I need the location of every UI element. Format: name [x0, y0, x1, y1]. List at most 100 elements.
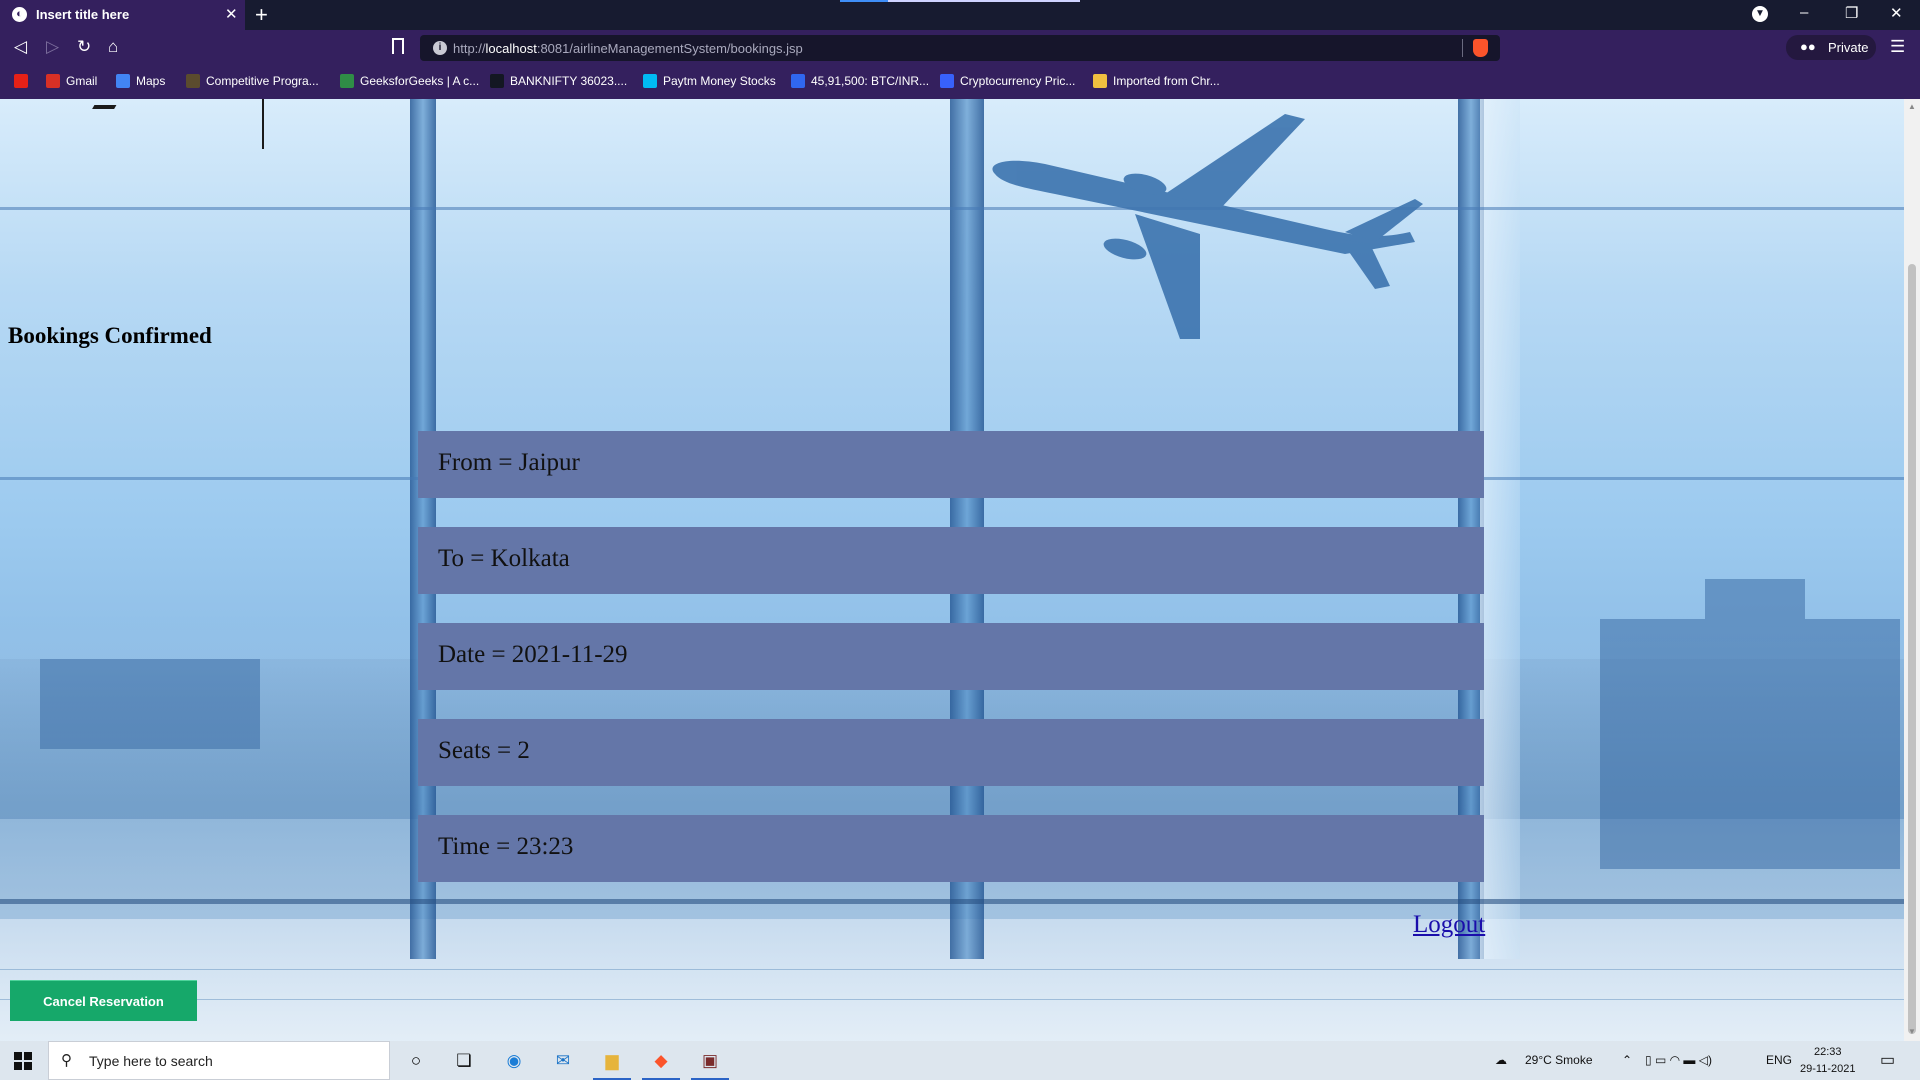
windows-start-icon[interactable]: [14, 1052, 32, 1070]
bookmark-item[interactable]: BANKNIFTY 36023....: [490, 74, 627, 88]
airplane-image: [992, 114, 1423, 339]
browser-tab-bar: ◐ Insert title here ✕ + ▼ – ❐ ✕: [0, 0, 1920, 30]
bookmark-item[interactable]: Maps: [116, 74, 165, 88]
floor-line: [0, 999, 1904, 1000]
decorative-line: [262, 99, 264, 149]
coin-icon: [940, 74, 954, 88]
download-icon[interactable]: ▼: [1752, 6, 1768, 22]
site-info-icon[interactable]: i: [433, 41, 447, 55]
window-pillar-light: [1480, 99, 1520, 959]
folder-icon: [1093, 74, 1107, 88]
scroll-up-icon[interactable]: ▲: [1908, 102, 1916, 111]
tradingview-icon: [490, 74, 504, 88]
booking-date-row: Date = 2021-11-29: [418, 623, 1484, 690]
bookmark-label: BANKNIFTY 36023....: [510, 74, 628, 88]
scrollbar-thumb[interactable]: [1908, 264, 1916, 1034]
search-icon: ⚲: [61, 1052, 72, 1069]
booking-time-text: Time = 23:23: [438, 833, 574, 860]
bookmark-item[interactable]: [14, 74, 34, 88]
private-window-badge[interactable]: ●● Private: [1786, 35, 1876, 60]
bookmark-item[interactable]: Paytm Money Stocks: [643, 74, 776, 88]
bookmarks-bar: Gmail Maps Competitive Progra... GeeksforGe…: [0, 65, 1920, 99]
booking-seats-row: Seats = 2: [418, 719, 1484, 786]
bookmark-label: Gmail: [66, 74, 98, 88]
background-terminal: [1600, 619, 1900, 869]
home-button[interactable]: ⌂: [108, 37, 118, 57]
google-icon: [116, 74, 130, 88]
weather-icon[interactable]: ☁: [1495, 1053, 1507, 1067]
booking-date-text: Date = 2021-11-29: [438, 641, 628, 668]
bookmark-item[interactable]: Imported from Chr...: [1093, 74, 1220, 88]
bookmark-item[interactable]: GeeksforGeeks | A c...: [340, 74, 479, 88]
tray-expand-icon[interactable]: ⌃: [1622, 1053, 1632, 1067]
tab-title: Insert title here: [36, 7, 130, 22]
notifications-icon[interactable]: ▭: [1880, 1050, 1895, 1070]
url-separator: [1462, 39, 1463, 57]
paytm-icon: [643, 74, 657, 88]
private-label: Private: [1828, 40, 1869, 55]
bookmark-label: GeeksforGeeks | A c...: [360, 74, 480, 88]
windows-taskbar: ⚲ Type here to search ○ ❏ ◉ ✉ ▆ ◆ ▣ ☁ 29…: [0, 1041, 1920, 1080]
cc-icon: [186, 74, 200, 88]
wazirx-icon: [791, 74, 805, 88]
bookmark-item[interactable]: Competitive Progra...: [186, 74, 319, 88]
bookmark-item[interactable]: Cryptocurrency Pric...: [940, 74, 1075, 88]
menu-icon[interactable]: ☰: [1890, 37, 1905, 57]
booking-to-text: To = Kolkata: [438, 545, 570, 572]
bookmark-icon[interactable]: [392, 38, 404, 54]
cancel-reservation-button[interactable]: Cancel Reservation: [10, 980, 197, 1021]
booking-seats-text: Seats = 2: [438, 737, 530, 764]
browser-tab[interactable]: ◐ Insert title here ✕: [0, 0, 245, 30]
url-text[interactable]: http://localhost:8081/airlineManagementS…: [453, 41, 803, 56]
app-icon[interactable]: ▣: [698, 1049, 722, 1073]
floor-line: [0, 969, 1904, 970]
bookmark-label: 45,91,500: BTC/INR...: [811, 74, 930, 88]
tray-icons[interactable]: ▯ ▭ ◠ ▬ ◁): [1645, 1053, 1712, 1067]
minimize-button[interactable]: –: [1800, 4, 1808, 21]
booking-from-row: From = Jaipur: [418, 431, 1484, 498]
new-tab-button[interactable]: +: [255, 2, 268, 28]
decorative-mark: [92, 99, 120, 109]
private-glasses-icon: ●●: [1800, 39, 1816, 54]
bookmark-label: Maps: [136, 74, 166, 88]
bookmark-label: Cryptocurrency Pric...: [960, 74, 1076, 88]
youtube-icon: [14, 74, 28, 88]
restore-button[interactable]: ❐: [1845, 4, 1858, 22]
brave-shields-icon[interactable]: [1473, 39, 1488, 57]
bookmark-label: Paytm Money Stocks: [663, 74, 776, 88]
page-heading: Bookings Confirmed: [8, 323, 212, 348]
booking-to-row: To = Kolkata: [418, 527, 1484, 594]
bookmark-label: Competitive Progra...: [206, 74, 319, 88]
background-building: [40, 659, 260, 749]
task-view-icon[interactable]: ❏: [452, 1049, 476, 1073]
booking-time-row: Time = 23:23: [418, 815, 1484, 882]
taskbar-clock[interactable]: 22:33 29-11-2021: [1800, 1044, 1855, 1078]
bookmark-item[interactable]: 45,91,500: BTC/INR...: [791, 74, 929, 88]
edge-icon[interactable]: ◉: [502, 1049, 526, 1073]
weather-text[interactable]: 29°C Smoke: [1525, 1053, 1593, 1067]
taskbar-search-box[interactable]: ⚲ Type here to search: [48, 1041, 390, 1080]
language-indicator[interactable]: ENG: [1766, 1053, 1792, 1067]
brave-browser-icon[interactable]: ◆: [649, 1049, 673, 1073]
mail-icon[interactable]: ✉: [551, 1049, 575, 1073]
bookmark-item[interactable]: Gmail: [46, 74, 97, 88]
reload-button[interactable]: ↻: [77, 37, 91, 57]
clock-time: 22:33: [1813, 1046, 1842, 1058]
forward-button[interactable]: ▷: [46, 37, 59, 57]
window-rail: [0, 899, 1904, 904]
bookmark-label: Imported from Chr...: [1113, 74, 1220, 88]
booking-from-text: From = Jaipur: [438, 449, 580, 476]
cortana-icon[interactable]: ○: [404, 1049, 428, 1073]
gfg-icon: [340, 74, 354, 88]
taskbar-search-placeholder: Type here to search: [89, 1053, 213, 1069]
file-explorer-icon[interactable]: ▆: [600, 1049, 624, 1073]
address-bar[interactable]: i http://localhost:8081/airlineManagemen…: [420, 35, 1500, 61]
back-button[interactable]: ◁: [14, 37, 27, 57]
close-tab-icon[interactable]: ✕: [225, 5, 238, 23]
tabstrip-indicator: [865, 0, 1080, 2]
browser-nav-bar: ◁ ▷ ↻ ⌂ i http://localhost:8081/airlineM…: [0, 30, 1920, 65]
logout-link[interactable]: Logout: [1413, 911, 1485, 939]
scroll-down-icon[interactable]: ▼: [1908, 1027, 1916, 1036]
page-scrollbar[interactable]: ▲ ▼: [1904, 99, 1920, 1041]
close-window-button[interactable]: ✕: [1890, 4, 1903, 22]
